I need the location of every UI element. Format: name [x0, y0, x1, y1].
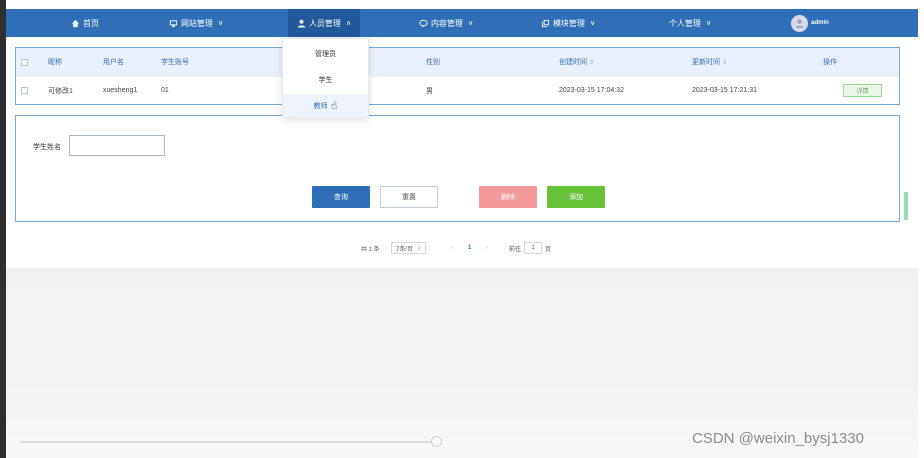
col-action: 操作 — [823, 59, 837, 66]
row-checkbox[interactable] — [21, 87, 28, 94]
nav-content-management[interactable]: 内容管理 ∨ — [411, 9, 481, 37]
nav-people-management-label: 人员管理 — [308, 18, 341, 28]
home-icon — [71, 19, 80, 27]
cell-account: 01 — [161, 87, 169, 94]
col-nickname: 昵称 — [48, 59, 62, 66]
page-size-value: 7条/页 — [396, 246, 414, 253]
nav-site-management[interactable]: 网站管理 ∨ — [161, 9, 231, 37]
page-number-1[interactable]: 1 — [468, 241, 471, 255]
reset-button[interactable]: 重置 — [380, 186, 438, 208]
sort-icon: ⇕ — [722, 60, 728, 66]
cell-gender: 男 — [426, 87, 433, 95]
user-menu[interactable]: admin — [782, 9, 838, 37]
nav-people-management[interactable]: 人员管理 ∧ — [288, 9, 360, 37]
next-page-button[interactable]: › — [486, 241, 488, 255]
chevron-down-icon: ∨ — [705, 20, 712, 27]
col-created-label: 创建时间 — [559, 59, 587, 66]
chevron-down-icon: ∨ — [417, 245, 422, 252]
chevron-up-icon: ∧ — [345, 20, 352, 27]
people-management-dropdown: 管理员 学生 教师 ☝ — [282, 38, 369, 118]
chat-bubble-icon — [419, 19, 428, 28]
select-all-checkbox[interactable] — [21, 58, 28, 66]
avatar-icon — [795, 19, 804, 28]
nav-module-management[interactable]: 模块管理 ∨ — [533, 9, 603, 37]
page-size-select[interactable]: 7条/页 ∨ — [391, 242, 427, 254]
cell-updated: 2023-03-15 17:21:31 — [692, 87, 757, 94]
user-icon — [297, 19, 306, 28]
nav-home-label: 首页 — [83, 18, 99, 28]
sort-icon: ⇕ — [589, 60, 595, 66]
menu-item-teacher-label: 教师 — [313, 102, 328, 110]
avatar — [791, 14, 809, 32]
col-gender: 性别 — [426, 59, 440, 66]
chevron-down-icon: ∨ — [217, 20, 224, 27]
menu-item-student[interactable]: 学生 — [283, 68, 368, 91]
search-panel: 学生姓名 查询 重置 删除 添加 — [15, 115, 900, 222]
cell-username: xuesheng1 — [103, 87, 138, 94]
nav-personal-management-label: 个人管理 — [668, 18, 701, 28]
menu-item-admin[interactable]: 管理员 — [283, 42, 368, 65]
student-name-label: 学生姓名 — [33, 144, 61, 151]
pagination: 共 1 条 7条/页 ∨ ‹ 1 › 前往 1 页 — [0, 241, 924, 255]
page-suffix: 页 — [545, 246, 552, 253]
monitor-icon — [169, 19, 178, 27]
user-name: admin — [811, 20, 829, 26]
col-username: 用户名 — [103, 59, 124, 66]
horizontal-scrollbar[interactable] — [20, 441, 435, 443]
side-indicator — [904, 192, 908, 220]
watermark: CSDN @weixin_bysj1330 — [692, 430, 864, 447]
scrollbar-thumb[interactable] — [431, 436, 442, 447]
user-table: 昵称 用户名 学生账号 性别 创建时间 ⇕ 更新时间 ⇕ 操作 可修改1 xuesh… — [15, 47, 900, 105]
col-account: 学生账号 — [161, 59, 189, 66]
nav-home[interactable]: 首页 — [62, 9, 108, 37]
hand-cursor-icon: ☝ — [330, 100, 338, 112]
prev-page-button[interactable]: ‹ — [451, 241, 453, 255]
pagination-total: 共 1 条 — [361, 246, 380, 253]
cell-nickname: 可修改1 — [48, 87, 73, 95]
nav-module-management-label: 模块管理 — [552, 18, 585, 28]
top-navigation: 首页 网站管理 ∨ 人员管理 ∧ 内容管理 ∨ 模块管理 ∨ 个人管理 ∨ ad… — [6, 9, 918, 37]
detail-button[interactable]: 详情 — [843, 84, 882, 97]
add-button[interactable]: 添加 — [547, 186, 605, 208]
col-updated-label: 更新时间 — [692, 59, 720, 66]
query-button[interactable]: 查询 — [312, 186, 370, 208]
delete-button[interactable]: 删除 — [479, 186, 537, 208]
copy-icon — [541, 19, 550, 27]
chevron-down-icon: ∨ — [467, 20, 474, 27]
table-row: 可修改1 xuesheng1 01 男 2023-03-15 17:04:32 … — [16, 76, 899, 104]
menu-item-teacher[interactable]: 教师 ☝ — [283, 94, 368, 117]
cell-created: 2023-03-15 17:04:32 — [559, 87, 624, 94]
nav-site-management-label: 网站管理 — [180, 18, 213, 28]
col-created[interactable]: 创建时间 ⇕ — [559, 57, 594, 67]
goto-page-input[interactable]: 1 — [524, 242, 543, 254]
chevron-down-icon: ∨ — [589, 20, 596, 27]
student-name-input[interactable] — [69, 135, 165, 156]
nav-personal-management[interactable]: 个人管理 ∨ — [662, 9, 718, 37]
goto-label: 前往 — [509, 246, 522, 253]
col-updated[interactable]: 更新时间 ⇕ — [692, 57, 727, 67]
table-header: 昵称 用户名 学生账号 性别 创建时间 ⇕ 更新时间 ⇕ 操作 — [16, 48, 899, 76]
nav-content-management-label: 内容管理 — [430, 18, 463, 28]
